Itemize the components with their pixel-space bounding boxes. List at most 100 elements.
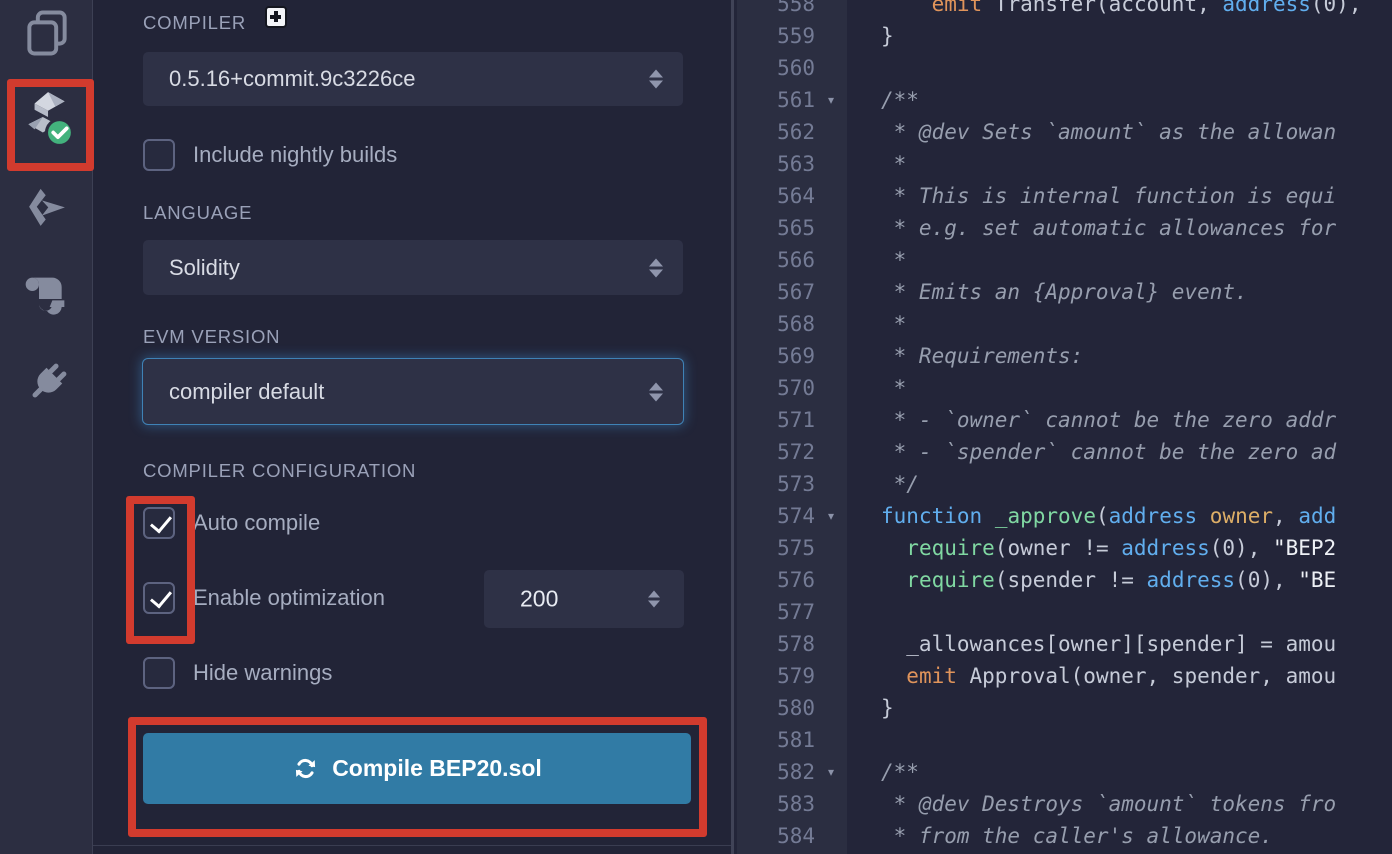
language-select[interactable]: Solidity: [143, 240, 683, 295]
code-text: * e.g. set automatic allowances for: [847, 212, 1336, 244]
fold-spacer: [815, 20, 847, 52]
fold-spacer: [815, 436, 847, 468]
line-number: 560: [737, 52, 815, 84]
line-number: 578: [737, 628, 815, 660]
code-text: require(spender != address(0), "BE: [847, 564, 1336, 596]
line-number: 582: [737, 756, 815, 788]
code-line[interactable]: 580}: [737, 692, 1392, 724]
deploy-run-icon[interactable]: [0, 187, 93, 229]
panel-bottom-divider: [93, 845, 731, 846]
line-number: 573: [737, 468, 815, 500]
line-number: 574: [737, 500, 815, 532]
panel-editor-divider: [731, 0, 734, 854]
code-text: * - `owner` cannot be the zero addr: [847, 404, 1336, 436]
code-line[interactable]: 560: [737, 52, 1392, 84]
line-number: 584: [737, 820, 815, 852]
line-number: 575: [737, 532, 815, 564]
code-line[interactable]: 569 * Requirements:: [737, 340, 1392, 372]
code-line[interactable]: 581: [737, 724, 1392, 756]
line-number: 580: [737, 692, 815, 724]
code-line[interactable]: 571 * - `owner` cannot be the zero addr: [737, 404, 1392, 436]
evm-version-select[interactable]: compiler default: [143, 359, 683, 424]
compiled-check-badge: [46, 120, 72, 146]
code-line[interactable]: 561▾/**: [737, 84, 1392, 116]
select-carets-icon: [649, 258, 663, 277]
code-editor[interactable]: 558 emit Transfer(account, address(0),55…: [731, 0, 1392, 854]
code-text: emit Approval(owner, spender, amou: [847, 660, 1336, 692]
line-number: 583: [737, 788, 815, 820]
code-text: * @dev Destroys `amount` tokens fro: [847, 788, 1336, 820]
code-line[interactable]: 576 require(spender != address(0), "BE: [737, 564, 1392, 596]
line-number: 581: [737, 724, 815, 756]
code-line[interactable]: 577: [737, 596, 1392, 628]
code-text: }: [847, 20, 894, 52]
line-number: 566: [737, 244, 815, 276]
fold-spacer: [815, 148, 847, 180]
nightly-builds-row: Include nightly builds: [143, 139, 397, 171]
code-line[interactable]: 559}: [737, 20, 1392, 52]
line-number: 559: [737, 20, 815, 52]
code-text: [847, 52, 881, 84]
code-line[interactable]: 584 * from the caller's allowance.: [737, 820, 1392, 852]
plugin-manager-icon[interactable]: [0, 358, 93, 408]
fold-spacer: [815, 596, 847, 628]
remix-ide-window: COMPILER 0.5.16+commit.9c3226ce Include …: [0, 0, 1392, 854]
code-line[interactable]: 572 * - `spender` cannot be the zero ad: [737, 436, 1392, 468]
scroll-icon[interactable]: [0, 272, 93, 318]
code-text: * This is internal function is equi: [847, 180, 1336, 212]
fold-spacer: [815, 724, 847, 756]
code-line[interactable]: 568 *: [737, 308, 1392, 340]
code-line[interactable]: 558 emit Transfer(account, address(0),: [737, 0, 1392, 20]
auto-compile-checkbox[interactable]: [143, 507, 175, 539]
optimization-runs-input[interactable]: 200: [484, 570, 684, 628]
line-number: 579: [737, 660, 815, 692]
code-line[interactable]: 567 * Emits an {Approval} event.: [737, 276, 1392, 308]
solidity-compiler-logo-icon: [20, 90, 74, 146]
number-stepper-icon[interactable]: [648, 591, 660, 608]
fold-spacer: [815, 52, 847, 84]
fold-spacer: [815, 372, 847, 404]
code-line[interactable]: 564 * This is internal function is equi: [737, 180, 1392, 212]
auto-compile-row: Auto compile: [143, 507, 320, 539]
code-line[interactable]: 579 emit Approval(owner, spender, amou: [737, 660, 1392, 692]
code-line[interactable]: 573 */: [737, 468, 1392, 500]
compile-button-label: Compile BEP20.sol: [332, 755, 542, 782]
code-line[interactable]: 582▾/**: [737, 756, 1392, 788]
code-line[interactable]: 578 _allowances[owner][spender] = amou: [737, 628, 1392, 660]
code-line[interactable]: 565 * e.g. set automatic allowances for: [737, 212, 1392, 244]
fold-spacer: [815, 532, 847, 564]
ethereum-arrow-icon: [24, 187, 70, 229]
compiler-version-value: 0.5.16+commit.9c3226ce: [143, 66, 415, 92]
add-custom-compiler-icon[interactable]: [265, 6, 287, 28]
file-explorer-icon[interactable]: [0, 9, 93, 57]
code-line[interactable]: 574▾function _approve(address owner, add: [737, 500, 1392, 532]
code-text: require(owner != address(0), "BEP2: [847, 532, 1336, 564]
code-line[interactable]: 583 * @dev Destroys `amount` tokens fro: [737, 788, 1392, 820]
code-text: * @dev Sets `amount` as the allowan: [847, 116, 1336, 148]
code-line[interactable]: 570 *: [737, 372, 1392, 404]
code-text: function _approve(address owner, add: [847, 500, 1336, 532]
compiler-section-label: COMPILER: [143, 12, 246, 34]
compiler-version-select[interactable]: 0.5.16+commit.9c3226ce: [143, 52, 683, 106]
fold-arrow-icon[interactable]: ▾: [815, 500, 847, 532]
code-line[interactable]: 562 * @dev Sets `amount` as the allowan: [737, 116, 1392, 148]
fold-arrow-icon[interactable]: ▾: [815, 756, 847, 788]
nightly-builds-checkbox[interactable]: [143, 139, 175, 171]
icon-sidebar: [0, 0, 93, 854]
language-section-label: LANGUAGE: [143, 202, 252, 224]
fold-arrow-icon[interactable]: ▾: [815, 84, 847, 116]
enable-optimization-checkbox[interactable]: [143, 582, 175, 614]
code-line[interactable]: 575 require(owner != address(0), "BEP2: [737, 532, 1392, 564]
compile-button[interactable]: Compile BEP20.sol: [143, 733, 691, 804]
enable-optimization-label: Enable optimization: [193, 585, 385, 611]
solidity-compiler-icon[interactable]: [0, 90, 93, 146]
fold-spacer: [815, 212, 847, 244]
code-text: * Requirements:: [847, 340, 1083, 372]
code-line[interactable]: 566 *: [737, 244, 1392, 276]
fold-spacer: [815, 628, 847, 660]
line-number: 572: [737, 436, 815, 468]
code-text: *: [847, 372, 906, 404]
hide-warnings-checkbox[interactable]: [143, 657, 175, 689]
line-number: 562: [737, 116, 815, 148]
code-line[interactable]: 563 *: [737, 148, 1392, 180]
